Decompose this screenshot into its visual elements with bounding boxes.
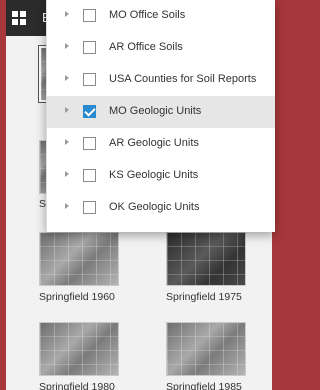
layer-item-ks-geologic-units[interactable]: KS Geologic Units xyxy=(47,160,275,192)
checkbox[interactable] xyxy=(83,169,96,182)
basemap-label: Springfield 1975 xyxy=(166,291,242,303)
layer-label: USA Counties for Soil Reports xyxy=(109,73,257,85)
layer-label: AR Geologic Units xyxy=(109,137,199,149)
basemap-thumbnail-springfield-1985[interactable] xyxy=(166,322,246,376)
layer-item-usa-counties[interactable]: USA Counties for Soil Reports xyxy=(47,64,275,96)
layer-item-ar-office-soils[interactable]: AR Office Soils xyxy=(47,32,275,64)
checkbox[interactable] xyxy=(83,201,96,214)
grid-icon[interactable] xyxy=(12,11,26,25)
layer-label: AR Office Soils xyxy=(109,41,183,53)
chevron-right-icon[interactable] xyxy=(65,203,69,209)
chevron-right-icon[interactable] xyxy=(65,43,69,49)
chevron-right-icon[interactable] xyxy=(65,75,69,81)
basemap-thumbnail-springfield-1980[interactable] xyxy=(39,322,119,376)
layer-label: KS Geologic Units xyxy=(109,169,199,181)
checkbox[interactable] xyxy=(83,137,96,150)
basemap-label: Springfield 1960 xyxy=(39,291,115,303)
layer-item-mo-geologic-units[interactable]: MO Geologic Units xyxy=(47,96,275,128)
checkbox[interactable] xyxy=(83,41,96,54)
layer-list-dropdown: MO Office Soils AR Office Soils USA Coun… xyxy=(46,0,275,232)
checkbox[interactable] xyxy=(83,9,96,22)
basemap-thumbnail-springfield-1975[interactable] xyxy=(166,232,246,286)
layer-label: MO Geologic Units xyxy=(109,105,202,117)
layer-item-mo-office-soils[interactable]: MO Office Soils xyxy=(47,0,275,32)
basemap-thumbnail-springfield-1960[interactable] xyxy=(39,232,119,286)
chevron-right-icon[interactable] xyxy=(65,11,69,17)
basemap-label: Springfield 1985 xyxy=(166,381,242,390)
checkbox-checked[interactable] xyxy=(83,105,96,118)
chevron-right-icon[interactable] xyxy=(65,107,69,113)
chevron-right-icon[interactable] xyxy=(65,139,69,145)
chevron-right-icon[interactable] xyxy=(65,171,69,177)
basemap-label: Springfield 1980 xyxy=(39,381,115,390)
layer-item-ok-geologic-units[interactable]: OK Geologic Units xyxy=(47,192,275,224)
checkbox[interactable] xyxy=(83,73,96,86)
layer-label: OK Geologic Units xyxy=(109,201,200,213)
layer-label: MO Office Soils xyxy=(109,9,186,21)
layer-item-ar-geologic-units[interactable]: AR Geologic Units xyxy=(47,128,275,160)
